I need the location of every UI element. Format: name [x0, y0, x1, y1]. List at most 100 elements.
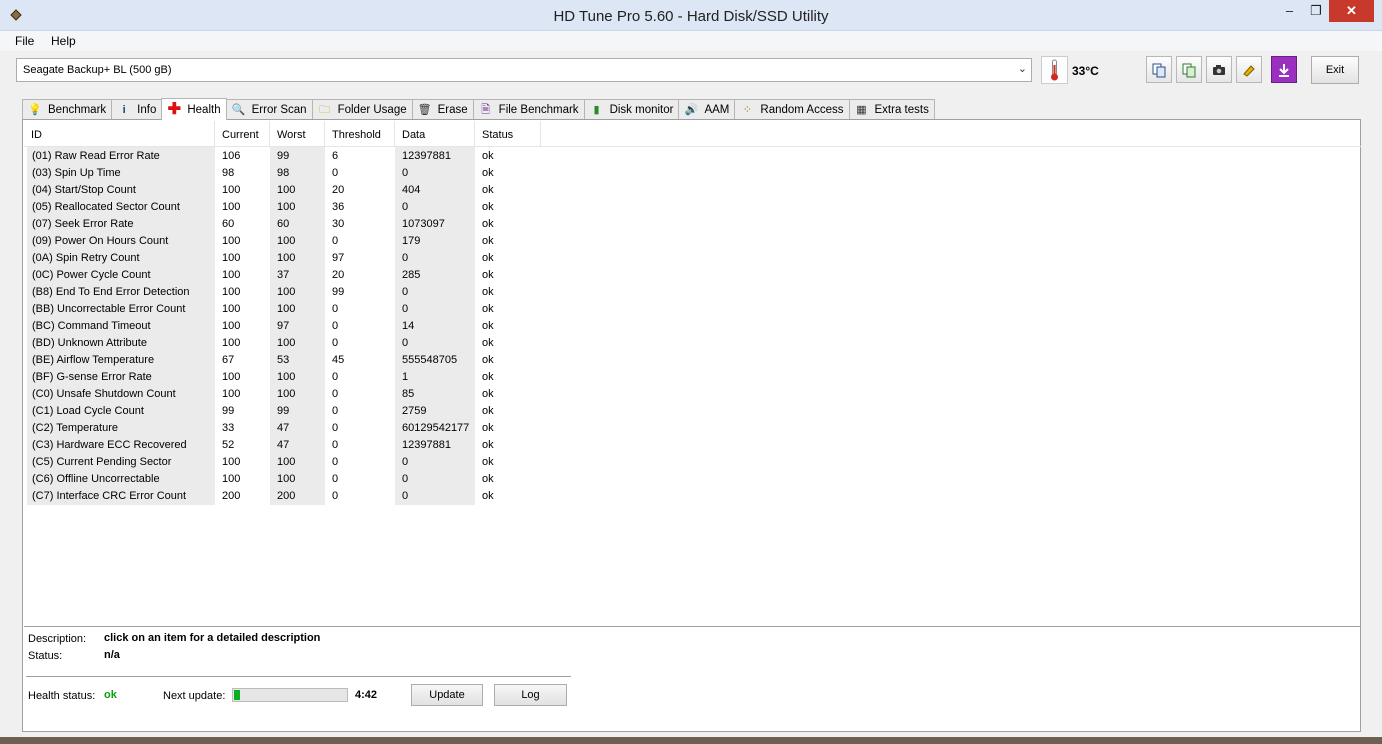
cell-status: ok [482, 354, 494, 366]
cell-current: 100 [222, 303, 241, 315]
cell-status: ok [482, 269, 494, 281]
cell-id: (01) Raw Read Error Rate [32, 150, 160, 162]
table-row[interactable]: (C5) Current Pending Sector 100 100 0 0 ok [24, 453, 544, 470]
table-row[interactable]: (BD) Unknown Attribute 100 100 0 0 ok [24, 334, 544, 351]
tab-folder-usage[interactable]: 🗀 Folder Usage [311, 99, 413, 120]
table-row[interactable]: (BB) Uncorrectable Error Count 100 100 0 0 ok [24, 300, 544, 317]
table-row[interactable]: (09) Power On Hours Count 100 100 0 179 ok [24, 232, 544, 249]
cell-id: (07) Seek Error Rate [32, 218, 134, 230]
save-download-icon[interactable] [1271, 56, 1297, 83]
cell-current: 106 [222, 150, 241, 162]
options-icon[interactable] [1236, 56, 1262, 83]
cell-data: 0 [402, 303, 409, 315]
cell-threshold: 0 [332, 456, 339, 468]
copy-all-icon[interactable] [1176, 56, 1202, 83]
tab-error-scan[interactable]: 🔍 Error Scan [225, 99, 313, 120]
cell-id: (0A) Spin Retry Count [32, 252, 140, 264]
tab-aam[interactable]: 🔊 AAM [678, 99, 736, 120]
cell-worst: 98 [277, 167, 290, 179]
cell-current: 100 [222, 235, 241, 247]
cell-status: ok [482, 405, 494, 417]
cell-threshold: 99 [332, 286, 345, 298]
cell-threshold: 30 [332, 218, 345, 230]
cell-threshold: 0 [332, 388, 339, 400]
tab-file-benchmark[interactable]: 🗎 File Benchmark [472, 99, 585, 120]
cell-id: (C3) Hardware ECC Recovered [32, 439, 187, 451]
cell-id: (03) Spin Up Time [32, 167, 121, 179]
update-button[interactable]: Update [411, 684, 483, 706]
table-row[interactable]: (C6) Offline Uncorrectable 100 100 0 0 ok [24, 470, 544, 487]
table-row[interactable]: (C7) Interface CRC Error Count 200 200 0 0 ok [24, 487, 544, 504]
maximize-button[interactable]: ❐ [1303, 0, 1329, 22]
camera-icon[interactable] [1206, 56, 1232, 83]
table-row[interactable]: (05) Reallocated Sector Count 100 100 36 0 ok [24, 198, 544, 215]
health-status-value: ok [104, 689, 117, 701]
next-update-time: 4:42 [355, 689, 378, 701]
tab-erase[interactable]: 🗑 Erase [411, 99, 474, 120]
table-row[interactable]: (04) Start/Stop Count 100 100 20 404 ok [24, 181, 544, 198]
tab-info[interactable]: i Info [111, 99, 163, 120]
table-row[interactable]: (B8) End To End Error Detection 100 100 99 0… [24, 283, 544, 300]
cell-id: (C6) Offline Uncorrectable [32, 473, 160, 485]
log-button[interactable]: Log [494, 684, 567, 706]
table-row[interactable]: (C3) Hardware ECC Recovered 52 47 0 12397881… [24, 436, 544, 453]
column-header-threshold[interactable]: Threshold [325, 121, 395, 146]
menu-help[interactable]: Help [51, 34, 76, 48]
cell-id: (BC) Command Timeout [32, 320, 151, 332]
cell-threshold: 0 [332, 439, 339, 451]
column-header-id[interactable]: ID [24, 121, 215, 146]
smart-attribute-list[interactable]: ID Current Worst Threshold Data Status (… [24, 121, 1361, 627]
cell-id: (C2) Temperature [32, 422, 118, 434]
cell-current: 100 [222, 320, 241, 332]
exit-button[interactable]: Exit [1311, 56, 1359, 84]
minimize-button[interactable]: – [1276, 0, 1303, 22]
column-header-data[interactable]: Data [395, 121, 475, 146]
table-row[interactable]: (0C) Power Cycle Count 100 37 20 285 ok [24, 266, 544, 283]
cell-status: ok [482, 286, 494, 298]
table-row[interactable]: (BF) G-sense Error Rate 100 100 0 1 ok [24, 368, 544, 385]
cell-worst: 100 [277, 201, 296, 213]
tab-extra-tests[interactable]: ▦ Extra tests [848, 99, 935, 120]
drive-select-value: Seagate Backup+ BL (500 gB) [23, 64, 172, 76]
table-row[interactable]: (C0) Unsafe Shutdown Count 100 100 0 85 ok [24, 385, 544, 402]
table-row[interactable]: (BE) Airflow Temperature 67 53 45 555548705 o… [24, 351, 544, 368]
cell-data: 12397881 [402, 150, 451, 162]
column-header-worst[interactable]: Worst [270, 121, 325, 146]
table-row[interactable]: (C1) Load Cycle Count 99 99 0 2759 ok [24, 402, 544, 419]
cell-id: (05) Reallocated Sector Count [32, 201, 180, 213]
table-row[interactable]: (03) Spin Up Time 98 98 0 0 ok [24, 164, 544, 181]
temperature-readout: 33°C [1072, 64, 1099, 78]
column-header-current[interactable]: Current [215, 121, 270, 146]
cell-id: (C0) Unsafe Shutdown Count [32, 388, 176, 400]
cell-worst: 100 [277, 303, 296, 315]
close-button[interactable]: ✕ [1329, 0, 1374, 22]
table-row[interactable]: (C2) Temperature 33 47 0 60129542177 ok [24, 419, 544, 436]
cell-data: 0 [402, 337, 409, 349]
tab-health[interactable]: ✚ Health [161, 98, 227, 120]
column-header-status[interactable]: Status [475, 121, 541, 146]
table-row[interactable]: (07) Seek Error Rate 60 60 30 1073097 ok [24, 215, 544, 232]
cell-worst: 100 [277, 456, 296, 468]
cell-current: 100 [222, 184, 241, 196]
tab-benchmark[interactable]: 💡 Benchmark [22, 99, 113, 120]
tab-disk-monitor[interactable]: ▮ Disk monitor [583, 99, 680, 120]
tab-bar: 💡 Benchmark i Info ✚ Health 🔍 Error Scan… [22, 98, 935, 120]
cell-worst: 100 [277, 235, 296, 247]
copy-info-icon[interactable] [1146, 56, 1172, 83]
tab-random-access[interactable]: ⁘ Random Access [734, 99, 850, 120]
cell-threshold: 0 [332, 490, 339, 502]
cell-status: ok [482, 252, 494, 264]
cell-status: ok [482, 456, 494, 468]
drive-select[interactable]: Seagate Backup+ BL (500 gB) ⌄ [16, 58, 1032, 82]
next-update-label: Next update: [163, 690, 226, 702]
menu-file[interactable]: File [15, 34, 34, 48]
cell-data: 12397881 [402, 439, 451, 451]
cell-worst: 100 [277, 252, 296, 264]
table-row[interactable]: (BC) Command Timeout 100 97 0 14 ok [24, 317, 544, 334]
cell-worst: 47 [277, 439, 290, 451]
title-bar: HD Tune Pro 5.60 - Hard Disk/SSD Utility… [0, 0, 1382, 31]
table-row[interactable]: (0A) Spin Retry Count 100 100 97 0 ok [24, 249, 544, 266]
taskbar [0, 737, 1382, 744]
table-row[interactable]: (01) Raw Read Error Rate 106 99 6 12397881 ok [24, 147, 544, 164]
health-cross-icon: ✚ [167, 101, 182, 118]
